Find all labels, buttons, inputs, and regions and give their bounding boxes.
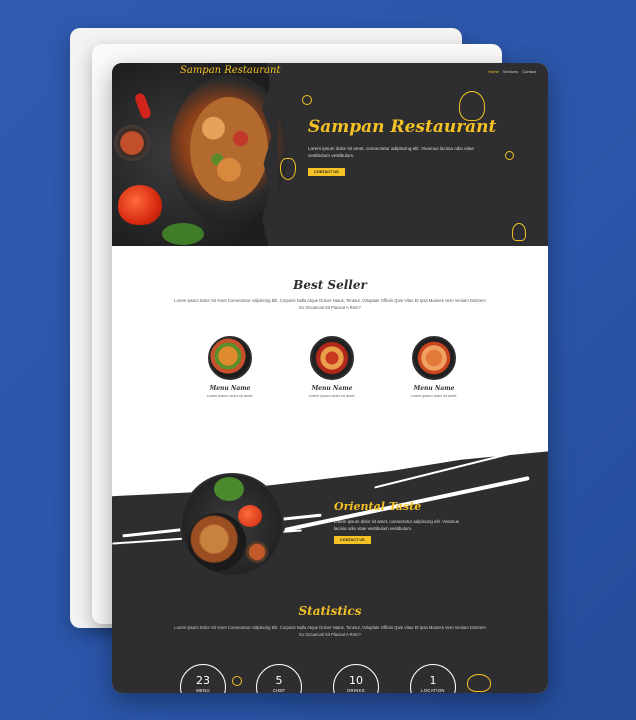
stat-value: 5 — [275, 674, 283, 687]
stat-value: 10 — [349, 674, 363, 687]
stir-fry-food-image — [190, 97, 268, 201]
spice-bowl-image — [114, 125, 150, 161]
oriental-taste-section: Oriental Taste Lorem ipsum dolor sit ame… — [112, 436, 548, 693]
stat-value: 1 — [429, 674, 437, 687]
dish-image — [310, 336, 354, 380]
nav-item-contact[interactable]: Contact — [522, 69, 536, 74]
stat-menu: 23 MENU — [180, 664, 226, 693]
menu-item[interactable]: Menu Name Lorem ipsum dolor sit amet. — [195, 336, 265, 398]
dish-image — [208, 336, 252, 380]
doodle-circle-icon — [505, 151, 514, 160]
hero-text: Lorem ipsum dolor sit amet, consectetur … — [308, 146, 474, 158]
hero-title: Sampan Restaurant — [308, 117, 497, 137]
menu-item-name: Menu Name — [311, 385, 353, 392]
menu-item-desc: Lorem ipsum dolor sit amet. — [410, 394, 458, 398]
stat-location: 1 LOCATION — [410, 664, 456, 693]
hero-food-photo — [112, 63, 288, 246]
stat-value: 23 — [196, 674, 210, 687]
statistics-text: Lorem Ipsum Dolor Sit Amet Consectetur A… — [174, 625, 486, 637]
hero-section: Sampan Restaurant Home Services Contact … — [112, 63, 548, 246]
menu-item-desc: Lorem ipsum dolor sit amet. — [206, 394, 254, 398]
stat-label: MENU — [196, 688, 210, 693]
menu-item-name: Menu Name — [413, 385, 455, 392]
site-logo[interactable]: Sampan Restaurant — [180, 65, 280, 76]
menu-item[interactable]: Menu Name Lorem ipsum dolor sit amet. — [399, 336, 469, 398]
oriental-title: Oriental Taste — [334, 500, 422, 513]
spice-bowl-image — [246, 541, 268, 563]
brush-stroke-divider — [112, 436, 548, 497]
menu-item-name: Menu Name — [209, 385, 251, 392]
stat-label: DRINKS — [347, 688, 365, 693]
doodle-circle-icon — [302, 95, 312, 105]
stat-chef: 5 CHEF — [256, 664, 302, 693]
red-pepper-image — [238, 505, 262, 527]
best-seller-title: Best Seller — [293, 278, 367, 292]
doodle-garlic-icon — [512, 223, 526, 241]
nav-item-services[interactable]: Services — [503, 69, 518, 74]
stat-drinks: 10 DRINKS — [333, 664, 379, 693]
doodle-leaf-icon — [280, 158, 296, 180]
menu-item-desc: Lorem ipsum dolor sit amet. — [308, 394, 356, 398]
best-seller-section: Best Seller Lorem Ipsum Dolor Sit Amet C… — [112, 246, 548, 436]
chili-image — [133, 92, 153, 120]
website-mockup: Sampan Restaurant Home Services Contact … — [112, 63, 548, 693]
stat-label: LOCATION — [421, 688, 445, 693]
dish-image — [412, 336, 456, 380]
hero-contact-button[interactable]: CONTACT US — [308, 168, 345, 176]
oriental-contact-button[interactable]: CONTACT US — [334, 536, 371, 544]
red-pepper-image — [118, 185, 162, 225]
best-seller-text: Lorem Ipsum Dolor Sit Amet Consectetur A… — [174, 298, 486, 310]
herb-image — [214, 477, 244, 501]
oriental-text: Lorem ipsum dolor sit amet, consectetur … — [334, 519, 459, 531]
noodle-bowl-image — [188, 513, 246, 571]
stat-label: CHEF — [272, 688, 286, 693]
main-nav: Home Services Contact — [488, 69, 536, 74]
doodle-chicken-icon — [467, 674, 491, 692]
statistics-title: Statistics — [298, 604, 362, 618]
nav-item-home[interactable]: Home — [488, 69, 499, 74]
doodle-circle-icon — [232, 676, 242, 686]
menu-item[interactable]: Menu Name Lorem ipsum dolor sit amet. — [297, 336, 367, 398]
oriental-food-photo — [180, 473, 284, 577]
herb-image — [162, 223, 204, 245]
